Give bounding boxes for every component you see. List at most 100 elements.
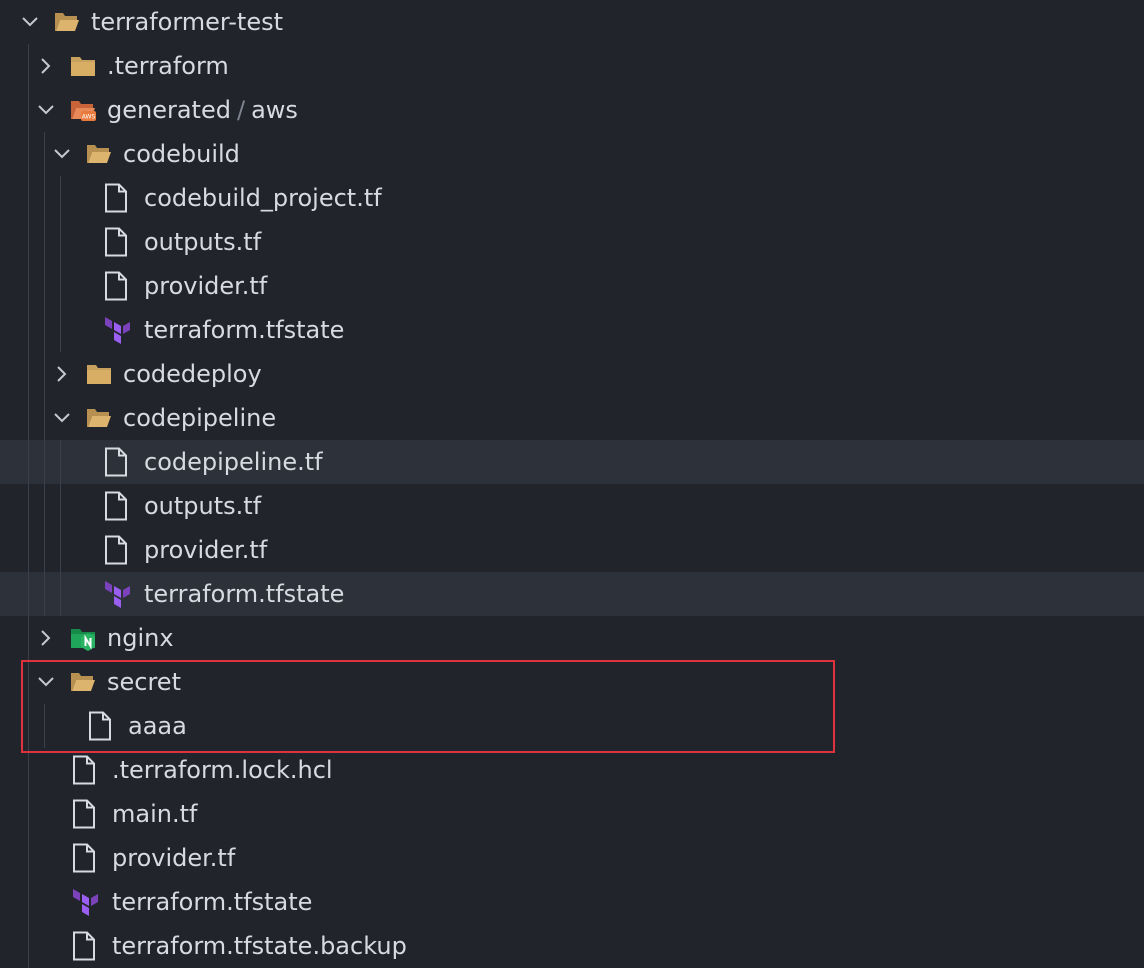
indent-guide <box>44 572 45 616</box>
indent-guide <box>28 264 29 308</box>
terraform-icon <box>73 889 98 916</box>
tree-item-file[interactable]: terraform.tfstate <box>0 880 1144 924</box>
generated-segment: generated <box>107 96 231 124</box>
file-icon <box>105 491 127 521</box>
tree-item-file[interactable]: .terraform.lock.hcl <box>0 748 1144 792</box>
tree-item-label: aaaa <box>128 712 187 740</box>
tree-item-label: terraformer-test <box>91 8 283 36</box>
chevron-right-icon <box>41 630 51 646</box>
indent-guide <box>28 616 29 660</box>
indent-guide <box>44 440 45 484</box>
indent-guide <box>44 484 45 528</box>
indent-guide <box>60 484 61 528</box>
indent-guide <box>28 176 29 220</box>
tree-item-file[interactable]: main.tf <box>0 792 1144 836</box>
tree-item-file-selected[interactable]: terraform.tfstate <box>0 572 1144 616</box>
tree-item-label: codepipeline <box>123 404 277 432</box>
indent-guide <box>60 308 61 352</box>
indent-guide <box>28 132 29 176</box>
folder-icon <box>87 365 111 384</box>
chevron-down-icon <box>54 413 70 423</box>
indent-guide <box>44 704 45 748</box>
tree-item-label: outputs.tf <box>144 228 262 256</box>
folder-open-icon <box>55 13 79 31</box>
indent-guide <box>60 440 61 484</box>
tree-item-file[interactable]: outputs.tf <box>0 484 1144 528</box>
indent-guide <box>28 88 29 132</box>
indent-guide <box>60 572 61 616</box>
aws-segment: aws <box>251 96 298 124</box>
indent-guide <box>28 792 29 836</box>
tree-item-label: .terraform <box>107 52 229 80</box>
tree-item-label: provider.tf <box>144 536 268 564</box>
indent-guide <box>28 836 29 880</box>
file-icon <box>105 271 127 301</box>
path-separator: / <box>236 96 246 124</box>
tree-item-label: codedeploy <box>123 360 262 388</box>
tree-item-label: outputs.tf <box>144 492 262 520</box>
indent-guide <box>44 396 45 440</box>
tree-item-codebuild[interactable]: codebuild <box>0 132 1144 176</box>
indent-guide <box>60 264 61 308</box>
tree-item-terraformer-test[interactable]: terraformer-test <box>0 0 1144 44</box>
tree-item-label: codepipeline.tf <box>144 448 323 476</box>
indent-guide <box>28 880 29 924</box>
tree-item-file[interactable]: provider.tf <box>0 264 1144 308</box>
file-icon <box>73 755 95 785</box>
tree-item-label: generated / aws <box>107 88 298 132</box>
tree-item-codedeploy[interactable]: codedeploy <box>0 352 1144 396</box>
file-icon <box>73 799 95 829</box>
indent-guide <box>44 264 45 308</box>
tree-item-file[interactable]: provider.tf <box>0 836 1144 880</box>
indent-guide <box>28 396 29 440</box>
tree-item-label: .terraform.lock.hcl <box>112 756 333 784</box>
file-icon <box>105 227 127 257</box>
indent-guide <box>44 132 45 176</box>
tree-item-label: secret <box>107 668 181 696</box>
file-icon <box>105 183 127 213</box>
tree-item-codepipeline[interactable]: codepipeline <box>0 396 1144 440</box>
chevron-down-icon <box>22 17 38 27</box>
chevron-down-icon <box>38 105 54 115</box>
indent-guide <box>60 176 61 220</box>
tree-item-file[interactable]: terraform.tfstate <box>0 308 1144 352</box>
tree-item-terraform-dir[interactable]: .terraform <box>0 44 1144 88</box>
file-icon <box>73 931 95 961</box>
tree-item-file[interactable]: provider.tf <box>0 528 1144 572</box>
tree-item-label: terraform.tfstate <box>144 580 345 608</box>
tree-item-file[interactable]: aaaa <box>0 704 1144 748</box>
indent-guide <box>28 924 29 968</box>
tree-item-label: main.tf <box>112 800 198 828</box>
file-icon <box>89 711 111 741</box>
chevron-down-icon <box>54 149 70 159</box>
terraform-icon <box>105 581 130 608</box>
tree-item-secret[interactable]: secret <box>0 660 1144 704</box>
indent-guide <box>28 220 29 264</box>
indent-guide <box>60 528 61 572</box>
folder-icon <box>71 57 95 76</box>
tree-item-file[interactable]: outputs.tf <box>0 220 1144 264</box>
tree-item-label: codebuild <box>123 140 240 168</box>
indent-guide <box>44 220 45 264</box>
aws-folder-icon: AWS <box>71 101 96 121</box>
chevron-down-icon <box>38 677 54 687</box>
tree-item-generated-aws[interactable]: AWS generated / aws <box>0 88 1144 132</box>
indent-guide <box>28 704 29 748</box>
indent-guide <box>28 528 29 572</box>
indent-guide <box>28 484 29 528</box>
folder-open-icon <box>87 409 111 427</box>
indent-guide <box>28 748 29 792</box>
svg-text:AWS: AWS <box>82 114 96 121</box>
folder-open-icon <box>71 673 95 691</box>
nginx-folder-icon <box>71 629 95 651</box>
tree-item-file-hovered[interactable]: codepipeline.tf <box>0 440 1144 484</box>
indent-guide <box>28 352 29 396</box>
indent-guide <box>28 572 29 616</box>
tree-item-file[interactable]: codebuild_project.tf <box>0 176 1144 220</box>
tree-item-nginx[interactable]: nginx <box>0 616 1144 660</box>
indent-guide <box>44 176 45 220</box>
tree-item-file[interactable]: terraform.tfstate.backup <box>0 924 1144 968</box>
tree-item-label: terraform.tfstate <box>144 316 345 344</box>
indent-guide <box>28 660 29 704</box>
indent-guide <box>60 220 61 264</box>
